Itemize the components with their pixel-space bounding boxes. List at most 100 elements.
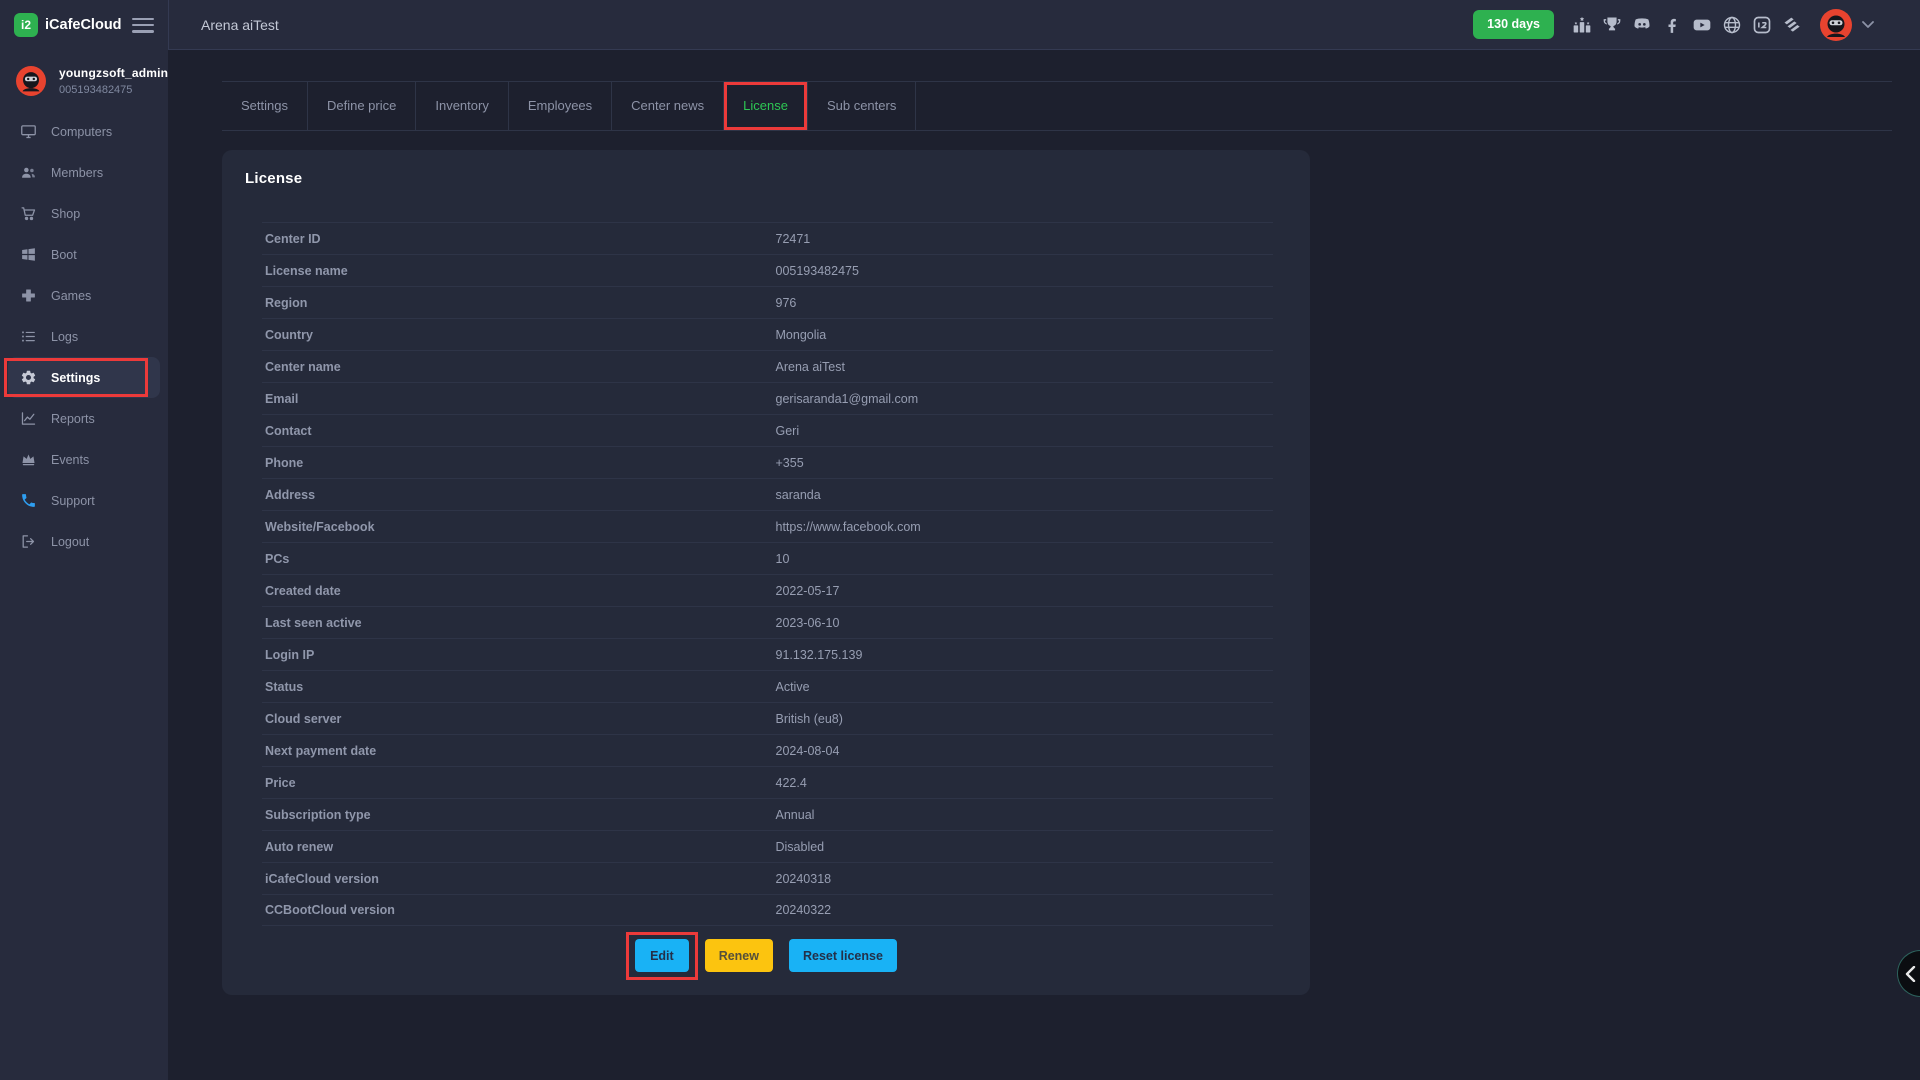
row-value: Annual [768, 808, 1274, 822]
icafecloud-logo-icon: i2 [14, 13, 38, 37]
edit-button[interactable]: Edit [635, 939, 689, 972]
brand-name: iCafeCloud [45, 17, 122, 33]
sidebar-item-events[interactable]: Events [0, 439, 168, 480]
globe-icon[interactable] [1722, 15, 1742, 35]
sidebar-item-label: Logout [51, 535, 89, 549]
tab-define-price[interactable]: Define price [308, 82, 416, 130]
sidebar-item-logs[interactable]: Logs [0, 316, 168, 357]
ccboot-icon[interactable] [1782, 15, 1802, 35]
tab-label: Center news [631, 98, 704, 113]
license-days-badge[interactable]: 130 days [1473, 10, 1554, 39]
table-row: Last seen active2023-06-10 [262, 606, 1273, 638]
tab-label: Sub centers [827, 98, 896, 113]
table-row: CountryMongolia [262, 318, 1273, 350]
row-label: License name [262, 264, 768, 278]
row-label: Region [262, 296, 768, 310]
license-table: Center ID72471 License name005193482475 … [262, 222, 1273, 926]
row-label: Contact [262, 424, 768, 438]
icafecloud-icon[interactable] [1752, 15, 1772, 35]
trophy-icon[interactable] [1602, 15, 1622, 35]
row-label: CCBootCloud version [262, 903, 768, 917]
user-id: 005193482475 [59, 84, 168, 96]
settings-tabbar: Settings Define price Inventory Employee… [222, 81, 1892, 131]
row-label: Created date [262, 584, 768, 598]
table-row: Emailgerisaranda1@gmail.com [262, 382, 1273, 414]
sidebar-item-label: Boot [51, 248, 77, 262]
sidebar-item-games[interactable]: Games [0, 275, 168, 316]
row-label: Login IP [262, 648, 768, 662]
table-row: Next payment date2024-08-04 [262, 734, 1273, 766]
tab-license[interactable]: License [724, 82, 808, 130]
sidebar-item-shop[interactable]: Shop [0, 193, 168, 234]
row-label: Subscription type [262, 808, 768, 822]
renew-button[interactable]: Renew [705, 939, 773, 972]
row-value: gerisaranda1@gmail.com [768, 392, 1274, 406]
tab-sub-centers[interactable]: Sub centers [808, 82, 916, 130]
table-row: CCBootCloud version20240322 [262, 894, 1273, 926]
row-label: Email [262, 392, 768, 406]
table-row: ContactGeri [262, 414, 1273, 446]
sidebar-item-support[interactable]: Support [0, 480, 168, 521]
row-value: British (eu8) [768, 712, 1274, 726]
chevron-down-icon[interactable] [1862, 21, 1874, 29]
main-content: Settings Define price Inventory Employee… [168, 50, 1920, 1080]
sidebar-item-members[interactable]: Members [0, 152, 168, 193]
table-row: Website/Facebookhttps://www.facebook.com [262, 510, 1273, 542]
phone-icon [20, 492, 37, 509]
table-row: PCs10 [262, 542, 1273, 574]
reset-license-button-label: Reset license [803, 949, 883, 963]
reset-license-button[interactable]: Reset license [789, 939, 897, 972]
youtube-icon[interactable] [1692, 15, 1712, 35]
table-row: License name005193482475 [262, 254, 1273, 286]
row-value: 2024-08-04 [768, 744, 1274, 758]
row-value: Arena aiTest [768, 360, 1274, 374]
logout-icon [20, 533, 37, 550]
sidebar-item-label: Support [51, 494, 95, 508]
card-title: License [245, 170, 1310, 187]
sidebar-item-logout[interactable]: Logout [0, 521, 168, 562]
facebook-icon[interactable] [1662, 15, 1682, 35]
list-icon [20, 328, 37, 345]
tab-settings[interactable]: Settings [222, 82, 308, 130]
sidebar-item-computers[interactable]: Computers [0, 111, 168, 152]
row-label: Last seen active [262, 616, 768, 630]
row-label: Auto renew [262, 840, 768, 854]
row-value: 91.132.175.139 [768, 648, 1274, 662]
sidebar-item-label: Shop [51, 207, 80, 221]
sidebar-item-settings[interactable]: Settings [8, 357, 160, 398]
tab-center-news[interactable]: Center news [612, 82, 724, 130]
sidebar-item-boot[interactable]: Boot [0, 234, 168, 275]
tab-employees[interactable]: Employees [509, 82, 612, 130]
row-value: saranda [768, 488, 1274, 502]
row-label: Status [262, 680, 768, 694]
topbar-actions: 130 days [1473, 9, 1920, 41]
user-panel[interactable]: youngzsoft_admin 005193482475 [0, 50, 168, 111]
sidebar-item-reports[interactable]: Reports [0, 398, 168, 439]
sidebar-item-label: Settings [51, 371, 100, 385]
row-value: 72471 [768, 232, 1274, 246]
crown-icon [20, 451, 37, 468]
table-row: Region976 [262, 286, 1273, 318]
sidebar-nav: Computers Members Shop Boot Games [0, 111, 168, 562]
tab-label: Settings [241, 98, 288, 113]
tab-inventory[interactable]: Inventory [416, 82, 508, 130]
row-value: 2022-05-17 [768, 584, 1274, 598]
tab-label: License [743, 98, 788, 113]
windows-icon [20, 246, 37, 263]
hamburger-menu-icon[interactable] [132, 18, 154, 33]
gear-icon [20, 369, 37, 386]
table-row: StatusActive [262, 670, 1273, 702]
chat-widget-toggle[interactable] [1897, 950, 1920, 997]
table-row: iCafeCloud version20240318 [262, 862, 1273, 894]
user-avatar[interactable] [1820, 9, 1852, 41]
row-value: 10 [768, 552, 1274, 566]
ranking-icon[interactable] [1572, 15, 1592, 35]
members-icon [20, 164, 37, 181]
sidebar-item-label: Games [51, 289, 91, 303]
renew-button-label: Renew [719, 949, 759, 963]
monitor-icon [20, 123, 37, 140]
row-label: Website/Facebook [262, 520, 768, 534]
sidebar: i2 iCafeCloud youngzsoft_admin 005193482… [0, 0, 168, 1080]
table-row: Center nameArena aiTest [262, 350, 1273, 382]
discord-icon[interactable] [1632, 15, 1652, 35]
